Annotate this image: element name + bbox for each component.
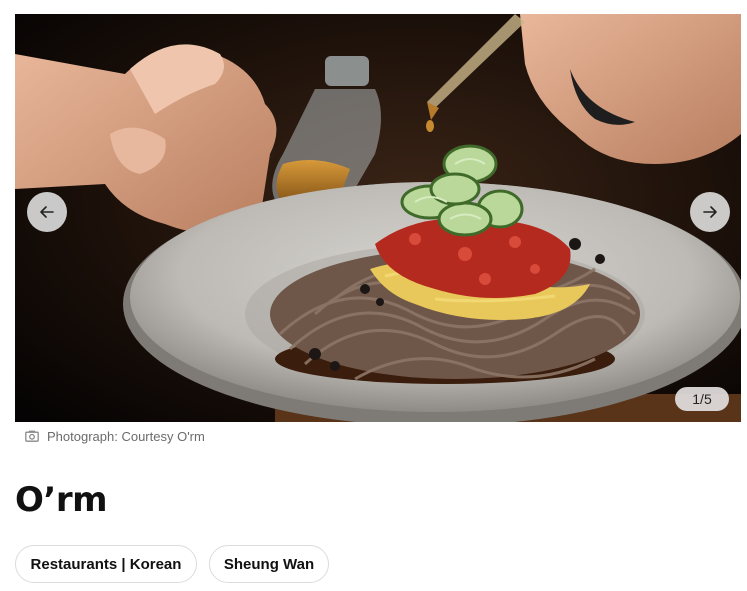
photo-counter: 1/5: [675, 387, 729, 411]
next-photo-button[interactable]: [690, 192, 730, 232]
arrow-right-icon: [703, 206, 717, 218]
camera-icon: [25, 430, 39, 442]
image-carousel[interactable]: 1/5: [15, 14, 741, 422]
page-title: O’rm: [15, 480, 108, 520]
tag-sheung-wan[interactable]: Sheung Wan: [209, 545, 329, 583]
arrow-left-icon: [40, 206, 54, 218]
previous-photo-button[interactable]: [27, 192, 67, 232]
food-photo: [15, 14, 741, 422]
photo-caption: Photograph: Courtesy O'rm: [25, 428, 205, 444]
caption-text: Photograph: Courtesy O'rm: [47, 428, 205, 444]
tag-restaurants-korean[interactable]: Restaurants | Korean: [15, 545, 197, 583]
